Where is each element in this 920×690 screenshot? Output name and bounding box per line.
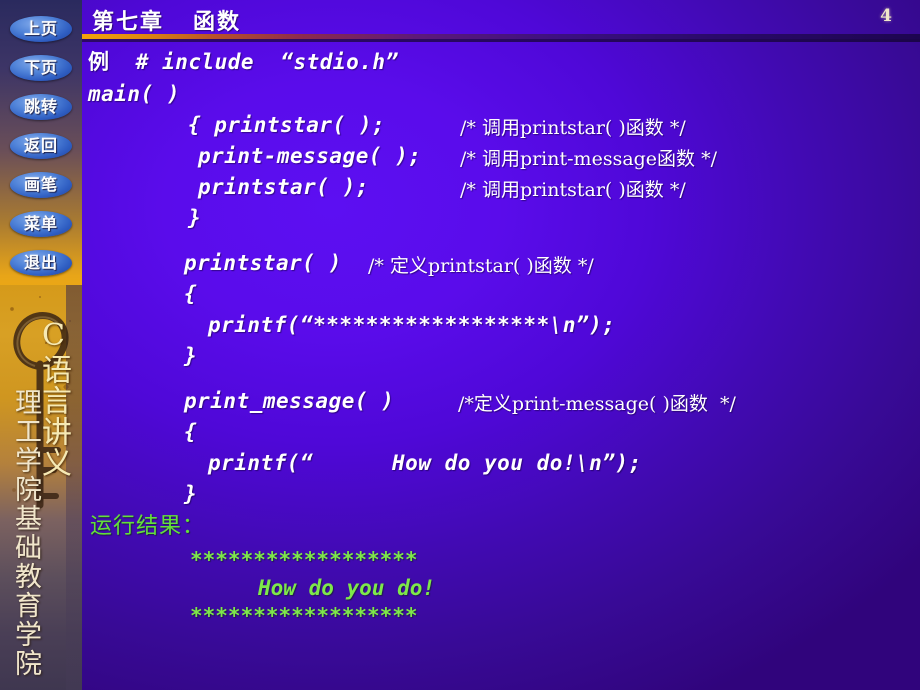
nav-button-menu[interactable]: 菜单 <box>10 211 72 237</box>
code-line-text: printf(“ How do you do!\n”); <box>208 451 642 475</box>
code-line-text: # include “stdio.h” <box>109 50 399 74</box>
nav-button-label: 跳转 <box>23 97 58 116</box>
nav-button-exit[interactable]: 退出 <box>10 250 72 276</box>
code-line-text: { printstar( ); <box>188 113 386 137</box>
sidebar: 上页 下页 跳转 返回 画笔 菜单 退出 C语言讲义 理工学院基础教育学院 <box>0 0 82 690</box>
code-comment: /* 调用printstar( )函数 */ <box>460 117 686 139</box>
nav-button-label: 上页 <box>23 19 58 38</box>
page-number: 4 <box>880 6 892 26</box>
nav-button-label: 返回 <box>23 136 58 155</box>
code-line-text: print_message( ) <box>184 389 395 413</box>
slide-canvas: 上页 下页 跳转 返回 画笔 菜单 退出 C语言讲义 理工学院基础教育学院 第七… <box>0 0 920 690</box>
code-line-text: } <box>188 206 202 230</box>
nav-button-label: 退出 <box>23 253 58 272</box>
code-comment: /* 调用print-message函数 */ <box>460 148 717 170</box>
code-line-text: { <box>184 420 198 444</box>
code-line-text: printstar( ) <box>184 251 342 275</box>
code-line: printstar( ); /* 调用printstar( )函数 */ <box>88 175 916 206</box>
code-line: { printstar( ); /* 调用printstar( )函数 */ <box>88 113 916 144</box>
code-line-text: } <box>184 482 198 506</box>
code-line: { <box>88 420 916 451</box>
code-line: printf(“******************\n”); <box>88 313 916 344</box>
code-line: } <box>88 344 916 375</box>
nav-button-jump[interactable]: 跳转 <box>10 94 72 120</box>
code-line: printf(“ How do you do!\n”); <box>88 451 916 482</box>
code-line: printstar( ) /* 定义printstar( )函数 */ <box>88 251 916 282</box>
code-line-text: printf(“******************\n”); <box>208 313 616 337</box>
code-line-text: main( ) <box>88 82 181 106</box>
code-line-text: print-message( ); <box>198 144 422 168</box>
code-comment: /* 调用printstar( )函数 */ <box>460 179 686 201</box>
code-line-text: { <box>184 282 198 306</box>
nav-button-prev-page[interactable]: 上页 <box>10 16 72 42</box>
code-comment: /* 定义printstar( )函数 */ <box>368 255 594 277</box>
code-block-gap <box>88 375 916 389</box>
result-stars-top: ****************** <box>190 548 418 572</box>
code-line-text: } <box>184 344 198 368</box>
nav-button-pen[interactable]: 画笔 <box>10 172 72 198</box>
code-line: 例 # include “stdio.h” <box>88 46 916 82</box>
code-comment: /*定义print-message( )函数 */ <box>458 393 736 415</box>
code-line: } <box>88 482 916 513</box>
header-divider-shadow <box>82 39 920 42</box>
nav-button-label: 画笔 <box>23 175 58 194</box>
code-line: print_message( ) /*定义print-message( )函数 *… <box>88 389 916 420</box>
code-line-label: 例 <box>88 49 110 74</box>
code-line: { <box>88 282 916 313</box>
code-line: } <box>88 206 916 237</box>
sidebar-nav: 上页 下页 跳转 返回 画笔 菜单 退出 <box>0 16 82 289</box>
code-block-gap <box>88 513 916 527</box>
nav-button-next-page[interactable]: 下页 <box>10 55 72 81</box>
sidebar-vertical-subtitle: 理工学院基础教育学院 <box>10 388 41 678</box>
code-line: main( ) <box>88 82 916 113</box>
result-output-text: How do you do! <box>258 576 436 600</box>
nav-button-label: 菜单 <box>23 214 58 233</box>
sidebar-vertical-title: C语言讲义 <box>36 318 71 478</box>
code-line-text: printstar( ); <box>198 175 369 199</box>
code-block-gap <box>88 237 916 251</box>
result-label: 运行结果： <box>90 514 206 539</box>
page-title: 第七章 函数 <box>92 9 241 35</box>
code-line: print-message( ); /* 调用print-message函数 */ <box>88 144 916 175</box>
code-block: 例 # include “stdio.h” main( ){ printstar(… <box>88 46 916 527</box>
nav-button-back[interactable]: 返回 <box>10 133 72 159</box>
nav-button-label: 下页 <box>23 58 58 77</box>
result-stars-bottom: ****************** <box>190 604 418 628</box>
